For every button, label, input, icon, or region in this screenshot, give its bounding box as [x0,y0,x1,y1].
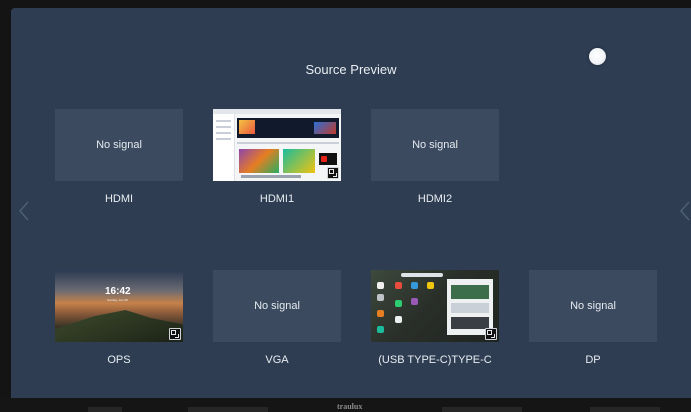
no-signal-text: No signal [254,300,300,312]
source-tile-usb-type-c[interactable]: (USB TYPE-C)TYPE-C [371,270,499,366]
source-preview-thumbnail [213,109,341,181]
source-preview-screen: Source Preview No signal HDMI HDMI1 No s… [11,8,691,398]
no-signal-text: No signal [570,300,616,312]
source-label: HDMI2 [417,193,453,205]
page-title: Source Preview [305,62,397,77]
source-tile-hdmi2[interactable]: No signal HDMI2 [371,109,499,205]
source-tile-dp[interactable]: No signal DP [529,270,657,366]
lock-screen-date: Sunday, Jan 28 [107,298,128,302]
source-preview-thumbnail: No signal [371,109,499,181]
source-label: DP [585,354,601,366]
toggle-dot-button[interactable] [589,48,606,65]
lock-screen-clock: 16:42 [105,286,131,297]
expand-icon[interactable] [169,328,181,340]
source-preview-thumbnail: 16:42 Sunday, Jan 28 [55,270,183,342]
source-preview-thumbnail [371,270,499,342]
no-signal-text: No signal [96,139,142,151]
expand-icon[interactable] [327,167,339,179]
expand-icon[interactable] [485,328,497,340]
brand-logo: traulux [337,402,363,411]
source-tile-hdmi1[interactable]: HDMI1 [213,109,341,205]
source-preview-thumbnail: No signal [213,270,341,342]
source-tile-hdmi[interactable]: No signal HDMI [55,109,183,205]
source-preview-thumbnail: No signal [529,270,657,342]
no-signal-text: No signal [412,139,458,151]
source-preview-thumbnail: No signal [55,109,183,181]
source-tile-vga[interactable]: No signal VGA [213,270,341,366]
source-tile-ops[interactable]: 16:42 Sunday, Jan 28 OPS [55,270,183,366]
chevron-right-icon[interactable] [678,199,691,223]
